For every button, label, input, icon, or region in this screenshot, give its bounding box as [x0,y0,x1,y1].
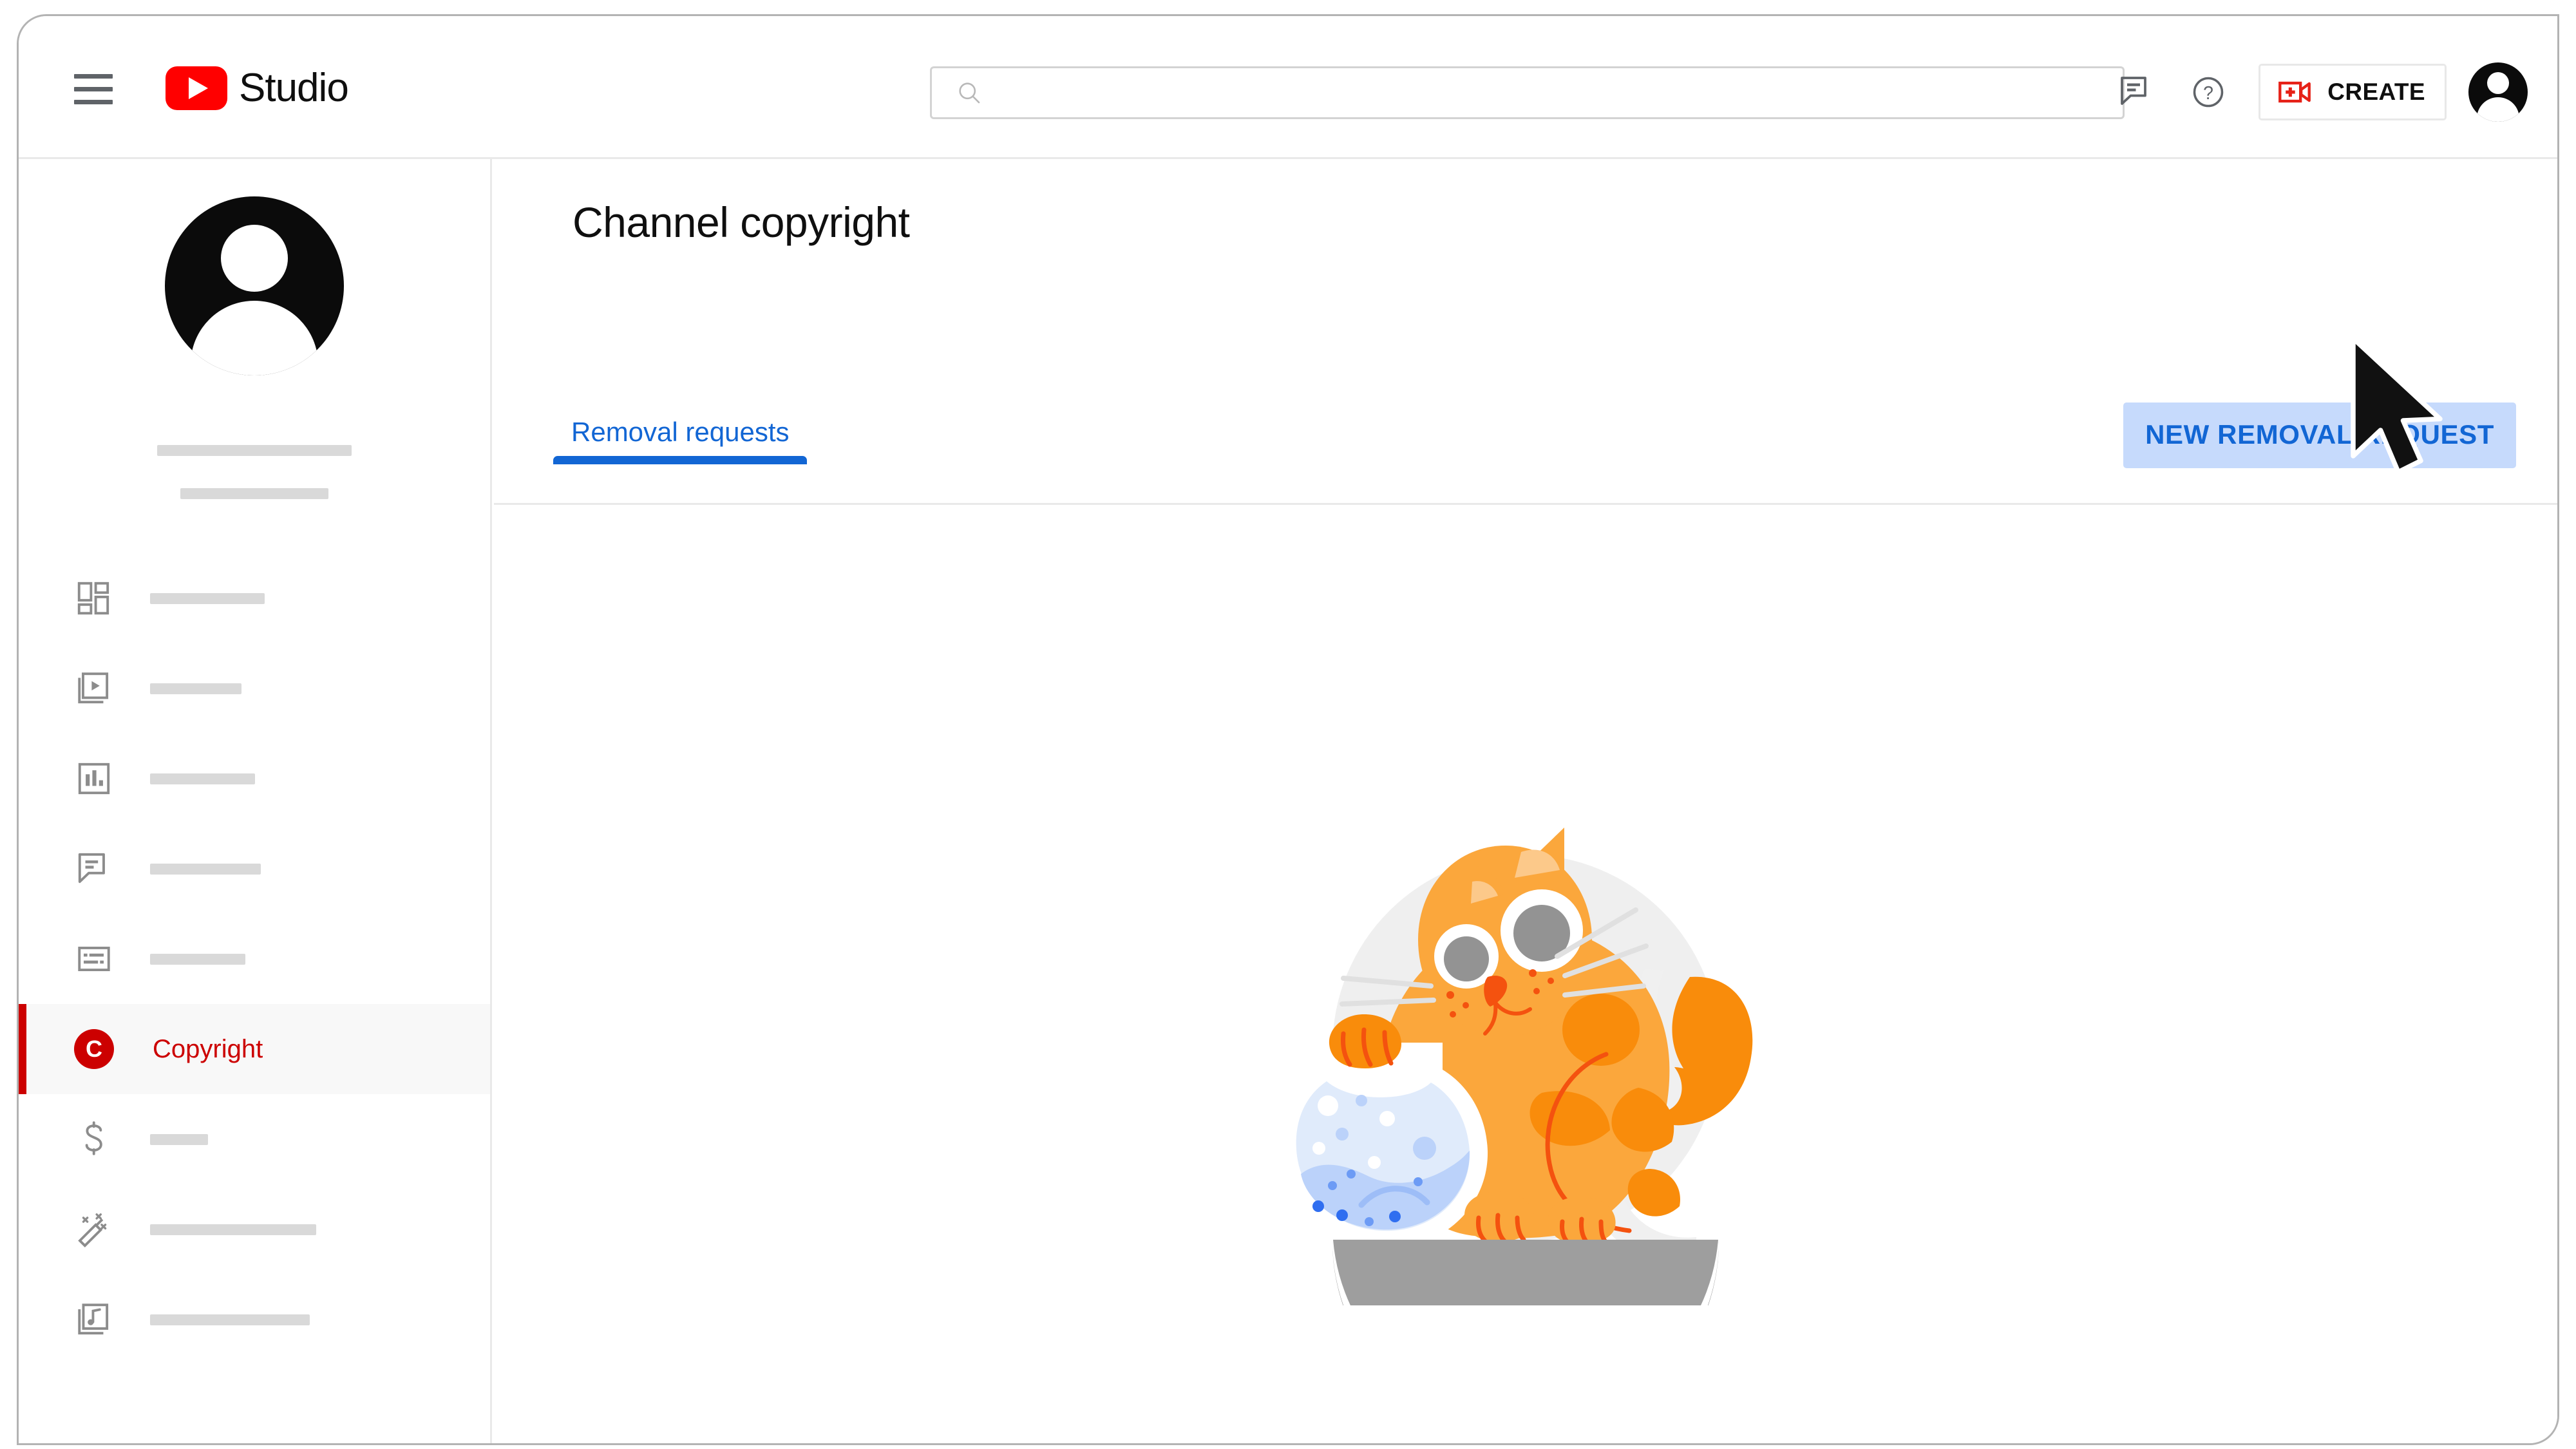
orange-cat-with-fishbowl-illustration [1276,828,1753,1305]
tab-divider [494,503,2557,505]
svg-text:?: ? [2203,83,2213,104]
hamburger-line [74,100,113,104]
video-camera-plus-icon [2278,81,2311,103]
top-bar: Studio ? CREATE [19,16,2557,159]
hamburger-line [74,74,113,79]
sidebar-item-label-skeleton [150,863,261,875]
brand-name-label: Studio [239,66,349,110]
search-box[interactable] [930,66,2125,119]
channel-avatar-icon[interactable] [165,196,344,375]
top-bar-actions: ? CREATE [2100,56,2528,128]
subtitles-icon [71,936,117,981]
app-root: Studio ? CREATE C Copyright Channel copy… [0,0,2576,1449]
audio-library-music-icon [71,1297,117,1342]
sidebar-item-analytics[interactable] [19,734,490,824]
sidebar-item-audio-library[interactable] [19,1274,490,1365]
studio-brand-logo[interactable]: Studio [166,65,349,111]
sidebar-item-label-skeleton [150,683,242,694]
earn-dollar-icon [71,1117,117,1162]
channel-header [19,159,490,499]
analytics-bar-chart-icon [71,756,117,801]
feedback-speech-bubble-icon[interactable] [2100,56,2172,128]
sidebar-item-dashboard[interactable] [19,553,490,643]
tab-removal-requests[interactable]: Removal requests [553,417,808,464]
hamburger-line [74,87,113,91]
page-title: Channel copyright [573,198,910,246]
copyright-badge-letter: C [74,1029,114,1069]
sidebar-item-label-skeleton [150,592,265,604]
help-question-circle-icon[interactable]: ? [2172,56,2244,128]
sidebar: C Copyright [19,159,492,1443]
content-video-icon [71,666,117,711]
tab-label: Removal requests [571,417,790,447]
sidebar-item-comments[interactable] [19,824,490,914]
sidebar-item-label-skeleton [150,953,245,965]
comments-icon [71,846,117,891]
search-input[interactable] [1000,78,2033,108]
tab-bar: Removal requests [553,417,808,464]
account-avatar-icon[interactable] [2468,62,2528,122]
sidebar-item-label-skeleton [150,1314,310,1325]
sidebar-nav-list: C Copyright [19,553,490,1365]
sidebar-item-label: Copyright [153,1034,263,1063]
youtube-play-logo [166,66,227,110]
search-icon [959,82,980,104]
sidebar-item-customization[interactable] [19,1184,490,1274]
sidebar-item-label-skeleton [150,773,255,784]
hamburger-menu-icon[interactable] [68,71,118,108]
customization-wand-icon [71,1207,117,1252]
sidebar-item-copyright[interactable]: C Copyright [19,1004,490,1094]
copyright-c-icon: C [71,1027,117,1072]
browser-window-frame: Studio ? CREATE C Copyright Channel copy… [17,14,2559,1445]
sidebar-item-subtitles[interactable] [19,914,490,1004]
channel-name-skeleton [157,445,352,456]
new-removal-request-button[interactable]: NEW REMOVAL REQUEST [2123,402,2516,468]
create-button-label: CREATE [2327,79,2425,105]
sidebar-item-earn[interactable] [19,1094,490,1184]
channel-handle-skeleton [180,488,328,499]
sidebar-item-label-skeleton [150,1133,208,1145]
main-content: Channel copyright Removal requests NEW R… [494,159,2557,1443]
dashboard-icon [71,576,117,621]
sidebar-item-label-skeleton [150,1224,316,1235]
create-button[interactable]: CREATE [2259,64,2447,120]
sidebar-item-content[interactable] [19,643,490,734]
